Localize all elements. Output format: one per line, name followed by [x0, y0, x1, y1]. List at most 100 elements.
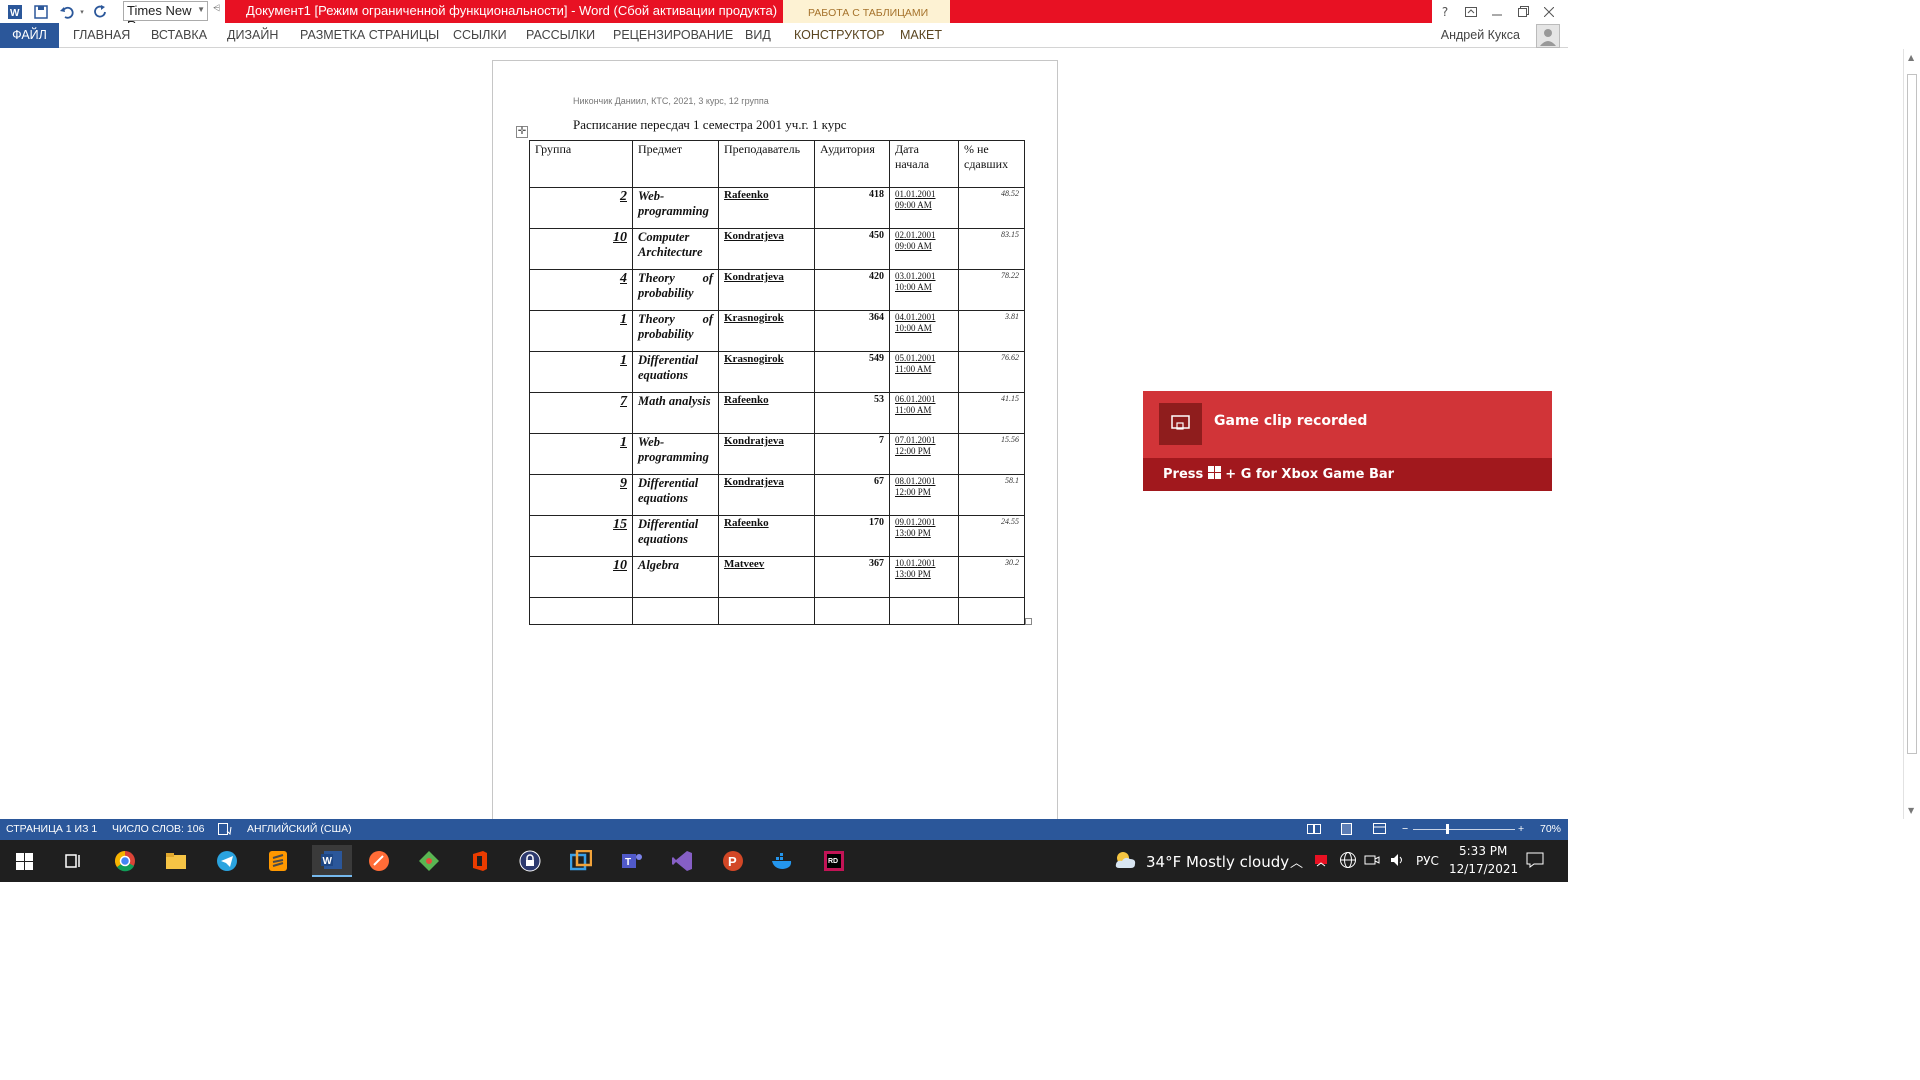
empty-cell[interactable] — [718, 597, 815, 625]
empty-cell[interactable] — [529, 597, 633, 625]
undo-icon[interactable] — [56, 1, 78, 23]
cell-fail-percent[interactable]: 30.2 — [958, 556, 1025, 598]
cell-teacher[interactable]: Rafeenko — [718, 515, 815, 557]
cell-start-date[interactable]: 03.01.2001 10:00 AM — [889, 269, 959, 311]
language-status[interactable]: АНГЛИЙСКИЙ (США) — [247, 823, 352, 835]
cell-group[interactable]: 15 — [529, 515, 633, 557]
sublime-text-icon[interactable] — [262, 845, 294, 877]
header-teacher[interactable]: Преподаватель — [718, 140, 815, 188]
scroll-up-icon[interactable]: ▲ — [1908, 53, 1914, 62]
tab-insert[interactable]: ВСТАВКА — [151, 28, 207, 42]
tab-page-layout[interactable]: РАЗМЕТКА СТРАНИЦЫ — [300, 28, 439, 42]
word-taskbar-icon[interactable]: W — [312, 845, 352, 877]
clock-time[interactable]: 5:33 PM — [1459, 844, 1507, 858]
header-start-date[interactable]: Дата начала — [889, 140, 959, 188]
tab-view[interactable]: ВИД — [745, 28, 771, 42]
cell-group[interactable]: 10 — [529, 556, 633, 598]
cell-teacher[interactable]: Kondratjeva — [718, 269, 815, 311]
zoom-in-icon[interactable]: + — [1518, 823, 1524, 835]
network-app-icon[interactable] — [1313, 852, 1329, 871]
header-fail-percent[interactable]: % не сдавших — [958, 140, 1025, 188]
redo-icon[interactable] — [90, 1, 112, 23]
ribbon-display-options-icon[interactable] — [1458, 0, 1484, 23]
font-dropdown-icon[interactable]: ▼ — [197, 5, 205, 14]
cell-subject[interactable]: Theory of probability — [632, 269, 719, 311]
cell-subject[interactable]: Web-programming — [632, 433, 719, 475]
cell-room[interactable]: 367 — [814, 556, 890, 598]
cell-subject[interactable]: Theory of probability — [632, 310, 719, 352]
customize-qat-icon[interactable]: ⩤ — [213, 4, 220, 14]
zoom-slider[interactable] — [1413, 829, 1515, 830]
input-language[interactable]: РУС — [1416, 854, 1439, 868]
cell-room[interactable]: 7 — [814, 433, 890, 475]
tab-table-layout[interactable]: МАКЕТ — [900, 28, 942, 42]
tab-design[interactable]: ДИЗАЙН — [227, 28, 278, 42]
restore-icon[interactable] — [1510, 0, 1536, 23]
cell-start-date[interactable]: 10.01.2001 13:00 PM — [889, 556, 959, 598]
volume-icon[interactable] — [1389, 852, 1405, 871]
scroll-down-icon[interactable]: ▼ — [1908, 806, 1914, 815]
cell-subject[interactable]: Web-programming — [632, 187, 719, 229]
web-layout-icon[interactable] — [1373, 823, 1387, 838]
vertical-scrollbar[interactable]: ▲ ▼ — [1903, 49, 1920, 819]
cell-group[interactable]: 2 — [529, 187, 633, 229]
cell-teacher[interactable]: Rafeenko — [718, 187, 815, 229]
game-clip-notification[interactable]: Game clip recorded Press + G for Xbox Ga… — [1143, 391, 1552, 491]
cell-subject[interactable]: Algebra — [632, 556, 719, 598]
cell-start-date[interactable]: 07.01.2001 12:00 PM — [889, 433, 959, 475]
cell-room[interactable]: 549 — [814, 351, 890, 393]
cell-fail-percent[interactable]: 48.52 — [958, 187, 1025, 229]
publisher-icon[interactable]: P — [717, 845, 749, 877]
avatar[interactable] — [1536, 24, 1560, 48]
cell-fail-percent[interactable]: 15.56 — [958, 433, 1025, 475]
cell-room[interactable]: 67 — [814, 474, 890, 516]
cell-start-date[interactable]: 09.01.2001 13:00 PM — [889, 515, 959, 557]
cell-start-date[interactable]: 04.01.2001 10:00 AM — [889, 310, 959, 352]
word-app-icon[interactable]: W — [4, 1, 26, 23]
cell-group[interactable]: 1 — [529, 310, 633, 352]
cell-start-date[interactable]: 06.01.2001 11:00 AM — [889, 392, 959, 434]
cell-fail-percent[interactable]: 58.1 — [958, 474, 1025, 516]
document-heading[interactable]: Расписание пересдач 1 семестра 2001 уч.г… — [573, 117, 847, 133]
teams-icon[interactable]: T — [616, 845, 648, 877]
postman-icon[interactable] — [363, 845, 395, 877]
font-name-box[interactable]: Times New R ▼ — [123, 1, 208, 33]
clock-date[interactable]: 12/17/2021 — [1449, 862, 1518, 876]
cell-room[interactable]: 53 — [814, 392, 890, 434]
cell-room[interactable]: 364 — [814, 310, 890, 352]
cell-subject[interactable]: Differential equations — [632, 351, 719, 393]
table-move-handle-icon[interactable]: ✛ — [516, 126, 528, 138]
weather-text[interactable]: 34°F Mostly cloudy — [1146, 853, 1289, 871]
scrollbar-thumb[interactable] — [1907, 74, 1917, 754]
cell-start-date[interactable]: 02.01.2001 09:00 AM — [889, 228, 959, 270]
tab-table-design[interactable]: КОНСТРУКТОР — [794, 28, 885, 42]
print-layout-icon[interactable] — [1340, 823, 1354, 838]
header-room[interactable]: Аудитория — [814, 140, 890, 188]
cell-teacher[interactable]: Kondratjeva — [718, 228, 815, 270]
tab-references[interactable]: ССЫЛКИ — [453, 28, 507, 42]
cell-fail-percent[interactable]: 83.15 — [958, 228, 1025, 270]
cell-teacher[interactable]: Rafeenko — [718, 392, 815, 434]
cell-room[interactable]: 450 — [814, 228, 890, 270]
document-page[interactable]: Никончик Даниил, КТС, 2021, 3 курс, 12 г… — [492, 60, 1058, 820]
cell-start-date[interactable]: 08.01.2001 12:00 PM — [889, 474, 959, 516]
user-name[interactable]: Андрей Кукса — [1441, 28, 1520, 42]
cell-fail-percent[interactable]: 3.81 — [958, 310, 1025, 352]
empty-cell[interactable] — [889, 597, 959, 625]
tab-review[interactable]: РЕЦЕНЗИРОВАНИЕ — [613, 28, 733, 42]
cell-subject[interactable]: Math analysis — [632, 392, 719, 434]
proofing-icon[interactable] — [218, 823, 232, 838]
page-count[interactable]: СТРАНИЦА 1 ИЗ 1 — [6, 823, 97, 835]
tab-home[interactable]: ГЛАВНАЯ — [73, 28, 130, 42]
globe-icon[interactable] — [1339, 851, 1357, 872]
empty-cell[interactable] — [814, 597, 890, 625]
cell-teacher[interactable]: Kondratjeva — [718, 474, 815, 516]
word-count[interactable]: ЧИСЛО СЛОВ: 106 — [112, 823, 204, 835]
page-header-text[interactable]: Никончик Даниил, КТС, 2021, 3 курс, 12 г… — [573, 96, 769, 106]
read-mode-icon[interactable] — [1307, 823, 1321, 838]
cell-teacher[interactable]: Krasnogirok — [718, 351, 815, 393]
cell-fail-percent[interactable]: 76.62 — [958, 351, 1025, 393]
rider-icon[interactable]: RD — [818, 845, 850, 877]
cell-group[interactable]: 10 — [529, 228, 633, 270]
cell-group[interactable]: 1 — [529, 351, 633, 393]
